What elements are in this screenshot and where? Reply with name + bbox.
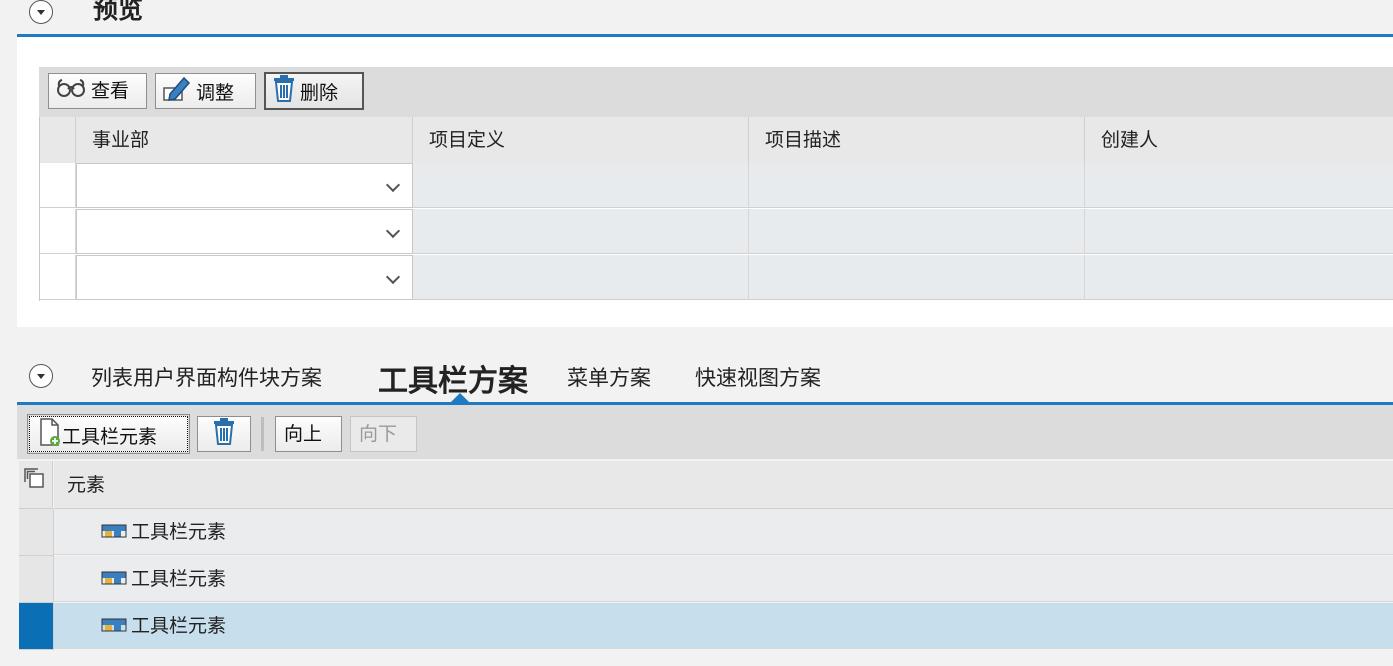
adjust-button[interactable]: 调整: [155, 73, 256, 109]
delete-button-label: 删除: [300, 82, 339, 104]
element-label: 工具栏元素: [131, 615, 227, 637]
select-all-header[interactable]: [19, 461, 53, 509]
tab-list-uibb-scheme[interactable]: 列表用户界面构件块方案: [91, 362, 322, 392]
move-up-button[interactable]: 向上: [275, 416, 342, 452]
project-definition-cell: [413, 255, 749, 300]
edit-pencil-icon: [162, 74, 192, 113]
toolbar-element-icon: [101, 604, 127, 650]
chevron-down-icon[interactable]: [385, 269, 401, 285]
delete-element-button[interactable]: [197, 416, 251, 452]
table-row[interactable]: 工具栏元素: [19, 509, 1393, 556]
toolbar-element-icon: [101, 510, 127, 556]
column-header-business-unit[interactable]: 事业部: [76, 117, 413, 163]
chevron-down-icon[interactable]: [385, 223, 401, 239]
table-row-selected[interactable]: 工具栏元素: [19, 603, 1393, 650]
row-selector-header[interactable]: [40, 117, 76, 163]
project-description-cell: [749, 209, 1085, 254]
element-label: 工具栏元素: [131, 521, 227, 543]
collapse-schemes-button[interactable]: [29, 364, 53, 388]
new-document-icon: [38, 417, 62, 458]
row-selector[interactable]: [40, 209, 76, 254]
toolbar-elements-table: 元素 工具栏元素 工具栏元素 工具栏元素: [19, 461, 1393, 651]
tab-menu-scheme[interactable]: 菜单方案: [567, 362, 651, 392]
business-unit-dropdown[interactable]: [76, 255, 413, 300]
trash-icon: [212, 417, 236, 456]
toolbar-element-icon: [101, 557, 127, 603]
view-button[interactable]: 查看: [48, 73, 147, 109]
element-cell[interactable]: 工具栏元素: [54, 556, 1393, 602]
toolbar-separator: [261, 417, 264, 451]
trash-icon: [272, 74, 296, 113]
add-toolbar-element-label: 工具栏元素: [62, 426, 158, 448]
glasses-icon: [55, 75, 87, 109]
row-selector[interactable]: [40, 255, 76, 300]
tab-quick-view-scheme[interactable]: 快速视图方案: [695, 362, 821, 392]
move-down-button[interactable]: 向下: [350, 416, 417, 452]
select-all-icon[interactable]: [23, 467, 45, 493]
column-header-project-definition[interactable]: 项目定义: [413, 117, 749, 163]
row-selector[interactable]: [40, 163, 76, 208]
column-header-element[interactable]: 元素: [54, 461, 1393, 509]
row-selector[interactable]: [19, 509, 54, 556]
project-definition-cell: [413, 209, 749, 254]
table-row[interactable]: 工具栏元素: [19, 556, 1393, 603]
project-description-cell: [749, 255, 1085, 300]
business-unit-dropdown[interactable]: [76, 209, 413, 254]
business-unit-dropdown[interactable]: [76, 163, 413, 208]
preview-table: 事业部 项目定义 项目描述 创建人: [39, 117, 1393, 301]
element-cell[interactable]: 工具栏元素: [54, 509, 1393, 555]
row-selector[interactable]: [19, 603, 54, 650]
column-header-creator[interactable]: 创建人: [1085, 117, 1393, 163]
view-button-label: 查看: [91, 80, 130, 102]
row-selector[interactable]: [19, 556, 54, 603]
add-toolbar-element-button[interactable]: 工具栏元素: [27, 414, 190, 454]
collapse-preview-button[interactable]: [29, 0, 53, 24]
adjust-button-label: 调整: [196, 82, 235, 104]
creator-cell: [1085, 163, 1393, 208]
element-label: 工具栏元素: [131, 568, 227, 590]
preview-title: 预览: [93, 0, 144, 24]
creator-cell: [1085, 255, 1393, 300]
creator-cell: [1085, 209, 1393, 254]
chevron-down-icon[interactable]: [385, 177, 401, 193]
column-header-project-description[interactable]: 项目描述: [749, 117, 1085, 163]
delete-button[interactable]: 删除: [264, 72, 364, 110]
project-definition-cell: [413, 163, 749, 208]
project-description-cell: [749, 163, 1085, 208]
element-cell[interactable]: 工具栏元素: [54, 603, 1393, 649]
